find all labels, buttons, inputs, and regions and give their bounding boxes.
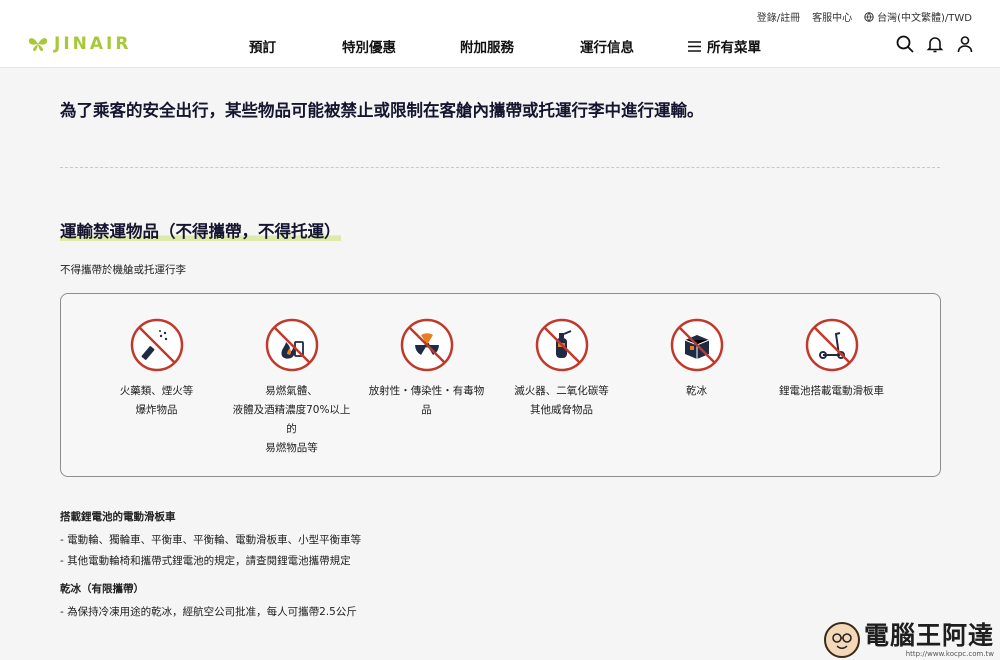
prohibited-items-list: 火藥類、煙火等 爆炸物品 易燃氣體、 液體及酒精濃度70%以上 的 易燃物品等 (61, 318, 940, 458)
hamburger-menu-icon (688, 40, 701, 52)
nav-special-offers[interactable]: 特別優惠 (342, 36, 460, 56)
dry-ice-icon (670, 318, 723, 372)
search-icon (896, 35, 914, 53)
nav-flight-info[interactable]: 運行信息 (580, 36, 688, 56)
radioactive-icon (400, 318, 453, 372)
note-title: 搭載鋰電池的電動滑板車 (60, 511, 176, 523)
dashed-divider (60, 167, 940, 168)
language-label: 台灣(中文繁體)/TWD (877, 13, 972, 24)
item-label: 火藥類、煙火等 爆炸物品 (119, 385, 194, 416)
item-label: 放射性・傳染性・有毒物 品 (368, 385, 485, 416)
item-label: 易燃氣體、 液體及酒精濃度70%以上 的 易燃物品等 (232, 385, 351, 454)
prohibited-item-fireworks: 火藥類、煙火等 爆炸物品 (89, 318, 224, 458)
prohibited-item-dry-ice: 乾冰 (629, 318, 764, 458)
prohibited-item-radioactive: 放射性・傳染性・有毒物 品 (359, 318, 494, 458)
note-line: - 電動輪、獨輪車、平衡車、平衡輪、電動滑板車、小型平衡車等 (60, 534, 362, 546)
watermark-text: 電腦王阿達 (863, 621, 994, 650)
item-label: 乾冰 (686, 385, 707, 397)
nav-extra-services[interactable]: 附加服務 (460, 36, 580, 56)
prohibited-items-panel: 火藥類、煙火等 爆炸物品 易燃氣體、 液體及酒精濃度70%以上 的 易燃物品等 (60, 293, 941, 477)
language-selector[interactable]: 台灣(中文繁體)/TWD (864, 9, 972, 24)
section-title-text: 運輸禁運物品（不得攜帶，不得托運） (60, 222, 341, 241)
butterfly-icon (28, 38, 48, 52)
mascot-icon (823, 622, 860, 658)
nav-booking[interactable]: 預訂 (232, 36, 342, 56)
globe-icon (864, 11, 874, 22)
nav-all-menu-label: 所有菜單 (707, 40, 761, 56)
notification-button[interactable] (926, 35, 944, 53)
watermark-url: http://www.kocpc.com.tw (905, 650, 994, 658)
note-line: - 其他電動輪椅和攜帶式鋰電池的規定，請查閱鋰電池攜帶規定 (60, 555, 351, 567)
item-label: 滅火器、二氧化碳等 其他威脅物品 (514, 385, 609, 416)
note-block-dry-ice: 乾冰（有限攜帶） - 為保持冷凍用途的乾冰，經航空公司批准，每人可攜帶2.5公斤 (60, 581, 660, 623)
customer-service-link[interactable]: 客服中心 (812, 9, 852, 24)
nav-all-menu[interactable]: 所有菜單 (688, 36, 761, 56)
electric-scooter-icon (805, 318, 858, 372)
fire-extinguisher-icon (535, 318, 588, 372)
site-header: 登錄/註冊 客服中心 台灣(中文繁體)/TWD JINAIR 預訂 特別優惠 附… (0, 0, 1000, 68)
section-subtitle: 不得攜帶於機艙或托運行李 (60, 264, 186, 276)
user-icon (957, 36, 973, 53)
header-icons (896, 35, 974, 53)
flammable-icon (265, 318, 318, 372)
note-title: 乾冰（有限攜帶） (60, 583, 144, 595)
prohibited-item-flammable: 易燃氣體、 液體及酒精濃度70%以上 的 易燃物品等 (224, 318, 359, 458)
prohibited-item-electric-scooter: 鋰電池搭載電動滑板車 (764, 318, 899, 458)
fireworks-icon (130, 318, 183, 372)
intro-text: 為了乘客的安全出行，某些物品可能被禁止或限制在客艙內攜帶或托運行李中進行運輸。 (60, 101, 704, 120)
notes-section: 搭載鋰電池的電動滑板車 - 電動輪、獨輪車、平衡車、平衡輪、電動滑板車、小型平衡… (60, 509, 660, 623)
account-button[interactable] (956, 35, 974, 53)
login-link[interactable]: 登錄/註冊 (757, 9, 800, 24)
watermark: 電腦王阿達 http://www.kocpc.com.tw (823, 621, 994, 658)
prohibited-item-fire-extinguisher: 滅火器、二氧化碳等 其他威脅物品 (494, 318, 629, 458)
logo-text: JINAIR (54, 34, 132, 54)
item-label: 鋰電池搭載電動滑板車 (779, 385, 884, 397)
bell-icon (926, 37, 944, 53)
note-line: - 為保持冷凍用途的乾冰，經航空公司批准，每人可攜帶2.5公斤 (60, 606, 357, 618)
jinair-logo[interactable]: JINAIR (28, 34, 131, 54)
utility-links: 登錄/註冊 客服中心 台灣(中文繁體)/TWD (757, 9, 972, 24)
search-button[interactable] (896, 35, 914, 53)
main-nav: 預訂 特別優惠 附加服務 運行信息 所有菜單 (232, 36, 761, 56)
section-title: 運輸禁運物品（不得攜帶，不得托運） (60, 218, 341, 242)
note-block-scooter: 搭載鋰電池的電動滑板車 - 電動輪、獨輪車、平衡車、平衡輪、電動滑板車、小型平衡… (60, 509, 660, 572)
